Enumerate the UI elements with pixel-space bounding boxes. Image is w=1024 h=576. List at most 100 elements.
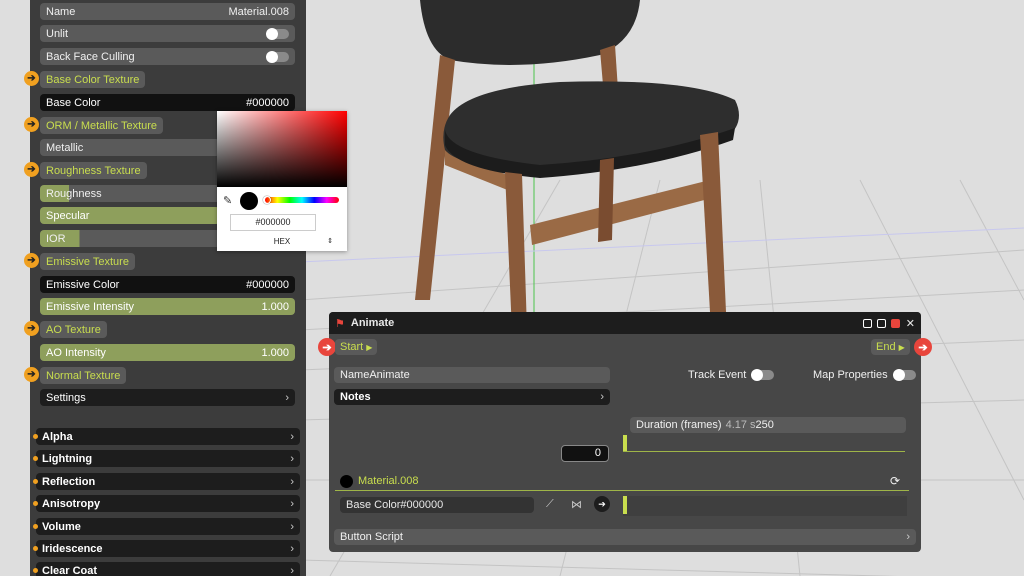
hue-handle[interactable] <box>263 196 271 204</box>
duration-label: Duration (frames) <box>636 419 722 431</box>
section-label: Iridescence <box>42 542 103 555</box>
normal-texture-button[interactable]: Normal Texture <box>40 367 127 384</box>
button-script-label: Button Script <box>340 531 403 543</box>
section-label: Volume <box>42 520 81 533</box>
duration-slider[interactable]: Duration (frames) 4.17 s 250 <box>630 417 906 433</box>
bullet-dot <box>33 501 38 506</box>
track-lane[interactable] <box>623 496 907 516</box>
chevron-updown-icon: ⇕ <box>327 238 333 245</box>
specular-slider[interactable]: Specular <box>40 207 220 224</box>
close-icon[interactable]: ✕ <box>906 317 915 330</box>
button-script-row[interactable]: Button Script › <box>334 529 916 545</box>
ao-intensity-slider[interactable]: AO Intensity 1.000 <box>40 344 295 361</box>
base-color-texture-button[interactable]: Base Color Texture <box>40 71 146 88</box>
end-label: End <box>876 341 896 353</box>
ior-label: IOR <box>46 232 66 245</box>
section-volume[interactable]: Volume › <box>36 518 300 535</box>
emissive-texture-button[interactable]: Emissive Texture <box>40 253 135 270</box>
animate-name-label: Name <box>340 369 370 381</box>
linear-curve-icon[interactable]: ⟋ <box>546 498 554 511</box>
roughness-texture-button[interactable]: Roughness Texture <box>40 162 147 179</box>
chevron-right-icon: › <box>600 391 604 403</box>
chevron-right-icon: › <box>290 542 294 555</box>
unlit-label: Unlit <box>46 27 69 40</box>
bullet-dot <box>33 434 38 439</box>
track-event-row: Track Event <box>688 369 775 381</box>
track-event-toggle[interactable] <box>751 369 775 381</box>
track-material-label: Material.008 <box>358 475 419 487</box>
ao-intensity-value: 1.000 <box>261 346 289 359</box>
bullet-dot <box>33 546 38 551</box>
unlit-row: Unlit <box>40 25 295 42</box>
running-figure-icon: ⚑ <box>335 317 345 330</box>
color-mode-select[interactable]: HEX ⇕ <box>217 235 347 249</box>
trash-icon[interactable] <box>890 318 900 328</box>
track-separator <box>335 490 909 491</box>
end-button[interactable]: End ▶ <box>871 339 910 355</box>
settings-label: Settings <box>46 391 86 404</box>
emissive-texture-arrow-icon[interactable]: ➔ <box>24 253 39 268</box>
duplicate-icon[interactable] <box>876 318 886 328</box>
section-alpha[interactable]: Alpha › <box>36 428 300 445</box>
animate-name-field[interactable]: Name Animate <box>334 367 610 383</box>
section-clear-coat[interactable]: Clear Coat › <box>36 562 300 576</box>
metallic-label: Metallic <box>46 141 84 154</box>
roughness-label: Roughness <box>46 187 102 200</box>
color-mode-label: HEX <box>273 237 291 246</box>
animate-node-window: ⚑ Animate ✕ ➔ Start ▶ End ▶ ➔ Name Anima… <box>318 312 932 552</box>
start-button[interactable]: Start ▶ <box>335 339 378 355</box>
refresh-icon[interactable]: ⟳ <box>890 474 900 488</box>
ior-slider[interactable]: IOR <box>40 230 220 247</box>
back-face-toggle[interactable] <box>266 50 289 63</box>
map-properties-row: Map Properties <box>813 369 916 381</box>
start-label: Start <box>340 341 364 353</box>
back-face-culling-row: Back Face Culling <box>40 48 295 65</box>
track-property-label: Base Color <box>346 499 401 511</box>
chevron-right-icon: › <box>285 391 289 404</box>
section-lightning[interactable]: Lightning › <box>36 450 300 467</box>
ao-texture-button[interactable]: AO Texture <box>40 321 107 338</box>
roughness-texture-arrow-icon[interactable]: ➔ <box>24 162 39 177</box>
start-input-arrow-icon[interactable]: ➔ <box>318 338 336 356</box>
current-frame-input[interactable]: 0 <box>561 445 609 462</box>
emissive-intensity-slider[interactable]: Emissive Intensity 1.000 <box>40 298 295 315</box>
base-color-field[interactable]: Base Color #000000 <box>40 94 295 111</box>
saturation-value-area[interactable] <box>217 111 347 187</box>
chevron-right-icon: › <box>906 531 910 543</box>
ao-texture-arrow-icon[interactable]: ➔ <box>24 321 39 336</box>
add-icon[interactable] <box>862 318 872 328</box>
metallic-slider[interactable]: Metallic <box>40 139 220 156</box>
settings-row[interactable]: Settings › <box>40 389 295 406</box>
chevron-right-icon: › <box>290 475 294 488</box>
end-output-arrow-icon[interactable]: ➔ <box>914 338 932 356</box>
hue-slider[interactable] <box>265 197 339 203</box>
notes-row[interactable]: Notes › <box>334 389 610 405</box>
section-anisotropy[interactable]: Anisotropy › <box>36 495 300 512</box>
specular-label: Specular <box>46 209 90 222</box>
material-name-field[interactable]: Name Material.008 <box>40 3 295 20</box>
roughness-slider[interactable]: Roughness <box>40 185 220 202</box>
animate-name-value: Animate <box>369 369 410 381</box>
eyedropper-icon[interactable]: ✎ <box>223 194 232 207</box>
section-iridescence[interactable]: Iridescence › <box>36 540 300 557</box>
animate-header[interactable]: ⚑ Animate ✕ <box>329 312 921 334</box>
base-color-texture-arrow-icon[interactable]: ➔ <box>24 71 39 86</box>
chevron-right-icon: › <box>290 452 294 465</box>
section-reflection[interactable]: Reflection › <box>36 473 300 490</box>
orm-texture-button[interactable]: ORM / Metallic Texture <box>40 117 164 134</box>
bullet-dot <box>33 524 38 529</box>
track-keyframe-marker[interactable] <box>623 496 627 514</box>
orm-texture-arrow-icon[interactable]: ➔ <box>24 117 39 132</box>
track-property-field[interactable]: Base Color #000000 <box>340 497 534 513</box>
bowtie-interpolation-icon[interactable]: ⋈ <box>571 498 582 511</box>
emissive-color-field[interactable]: Emissive Color #000000 <box>40 276 295 293</box>
unlit-toggle[interactable] <box>266 27 289 40</box>
map-properties-toggle[interactable] <box>892 369 916 381</box>
hex-input[interactable]: #000000 <box>230 214 316 231</box>
timeline-playhead[interactable] <box>623 435 627 451</box>
normal-texture-arrow-icon[interactable]: ➔ <box>24 367 39 382</box>
chevron-right-icon: › <box>290 564 294 576</box>
emissive-intensity-value: 1.000 <box>261 300 289 313</box>
track-arrow-icon[interactable]: ➔ <box>594 496 610 512</box>
bullet-dot <box>33 479 38 484</box>
